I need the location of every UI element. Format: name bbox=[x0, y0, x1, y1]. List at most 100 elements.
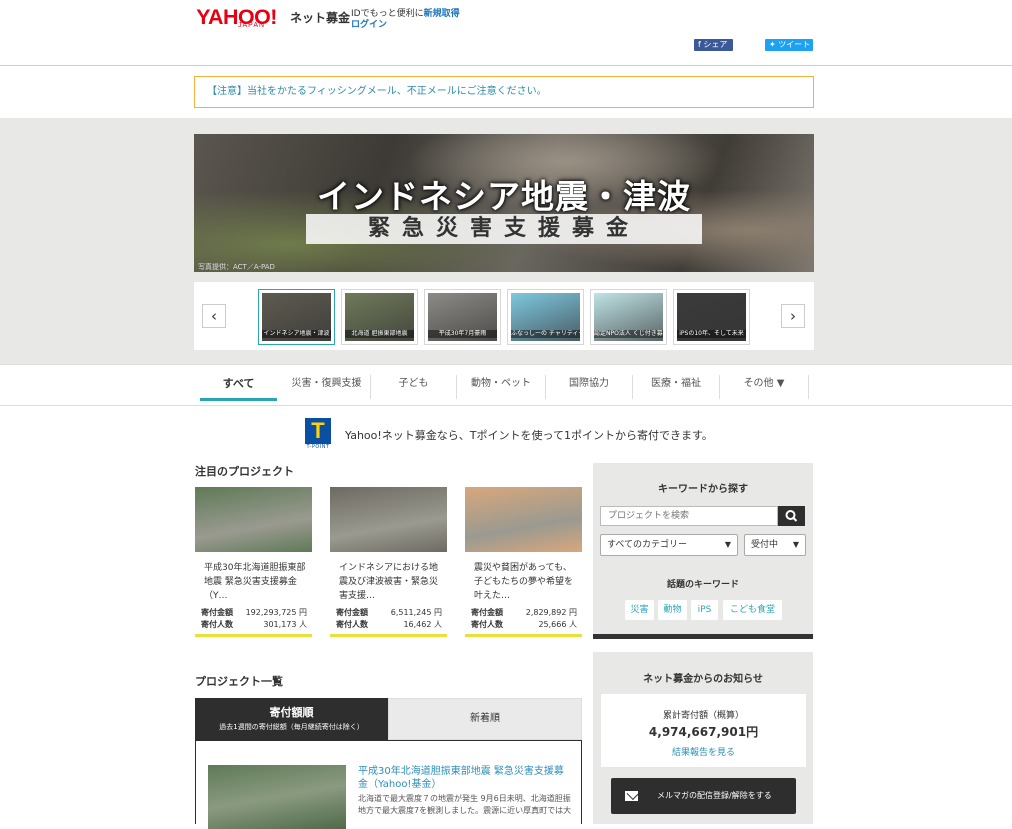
thumb-label: ふなっしーの チャリティー祭り2018 bbox=[511, 330, 580, 338]
tab-disaster[interactable]: 災害・復興支援 bbox=[283, 375, 371, 399]
card-amount: 2,829,892 円 bbox=[525, 608, 577, 617]
project-list-tabs: 寄付額順 過去1週間の寄付総額（毎月継続寄付は除く） 新着順 bbox=[195, 698, 582, 740]
service-name[interactable]: ネット募金 bbox=[290, 9, 350, 26]
featured-card[interactable]: 平成30年北海道胆振東部地震 緊急災害支援募金（Y… 寄付金額 192,293,7… bbox=[195, 487, 312, 637]
search-panel: キーワードから探す すべてのカテゴリー ▼ 受付中 ▼ 話題のキーワード 災害 動物… bbox=[593, 463, 813, 639]
card-amount-row: 寄付金額 6,511,245 円 bbox=[336, 607, 442, 619]
card-image bbox=[465, 487, 582, 552]
tab-donation-amount-sub: 過去1週間の寄付総額（毎月継続寄付は除く） bbox=[219, 723, 364, 731]
login-link[interactable]: ログイン bbox=[351, 17, 387, 30]
carousel-thumb[interactable]: 北海道 胆振東部地震 bbox=[341, 289, 418, 345]
report-link[interactable]: 結果報告を見る bbox=[601, 745, 806, 758]
total-donation-label: 累計寄付額（概算） bbox=[662, 711, 744, 721]
project-description: 北海道で最大震度７の地震が発生 9月6日未明、北海道胆振地方で最大震度7を観測し… bbox=[358, 794, 572, 815]
amount-label: 寄付金額 bbox=[336, 608, 368, 617]
card-amount: 6,511,245 円 bbox=[390, 608, 442, 617]
card-people-row: 寄付人数 25,666 人 bbox=[471, 619, 577, 631]
tpoint-logo: T T-POINT bbox=[305, 418, 331, 451]
register-link[interactable]: 新規取得 bbox=[424, 9, 460, 19]
carousel-thumb[interactable]: ふなっしーの チャリティー祭り2018 bbox=[507, 289, 584, 345]
thumb-label: 平成30年7月豪雨 bbox=[428, 330, 497, 338]
thumb-image: 平成30年7月豪雨 bbox=[428, 293, 497, 341]
tab-newest[interactable]: 新着順 bbox=[388, 698, 582, 740]
category-select-value: すべてのカテゴリー bbox=[607, 540, 688, 550]
thumb-image: ふなっしーの チャリティー祭り2018 bbox=[511, 293, 580, 341]
twitter-tweet-button[interactable]: ✦ ツイート bbox=[765, 39, 813, 51]
tpoint-logo-mark: T bbox=[305, 418, 331, 444]
tab-all[interactable]: すべて bbox=[200, 375, 277, 401]
carousel-next-button[interactable]: › bbox=[781, 304, 805, 328]
tab-animals[interactable]: 動物・ペット bbox=[457, 375, 546, 399]
phishing-notice[interactable]: 【注意】当社をかたるフィッシングメール、不正メールにご注意ください。 bbox=[194, 76, 814, 108]
card-people: 16,462 人 bbox=[403, 620, 442, 629]
carousel-thumb[interactable]: インドネシア地震・津波 bbox=[258, 289, 335, 345]
tpoint-message: Yahoo!ネット募金なら、Tポイントを使って1ポイントから寄付できます。 bbox=[345, 429, 713, 442]
status-select-value: 受付中 bbox=[751, 540, 779, 550]
news-heading: ネット募金からのお知らせ bbox=[643, 674, 763, 685]
category-select[interactable]: すべてのカテゴリー ▼ bbox=[600, 534, 738, 556]
project-title-link[interactable]: 平成30年北海道胆振東部地震 緊急災害支援募金（Yahoo!基金） bbox=[358, 765, 573, 791]
tab-donation-amount-label: 寄付額順 bbox=[269, 706, 314, 719]
carousel-thumb[interactable]: 認定NPO法人 くじ付き募金 bbox=[590, 289, 667, 345]
project-list: 平成30年北海道胆振東部地震 緊急災害支援募金（Yahoo!基金） 北海道で最大… bbox=[195, 740, 582, 829]
people-label: 寄付人数 bbox=[471, 620, 503, 629]
search-icon bbox=[785, 510, 798, 522]
carousel: ‹ インドネシア地震・津波 北海道 胆振東部地震 平成30年7月豪雨 ふなっしー… bbox=[194, 282, 814, 350]
search-input[interactable] bbox=[600, 506, 778, 526]
keyword-tag[interactable]: こども食堂 bbox=[723, 600, 782, 620]
keyword-tag[interactable]: 災害 bbox=[625, 600, 654, 620]
tab-international[interactable]: 国際協力 bbox=[546, 375, 633, 399]
keyword-tag[interactable]: 動物 bbox=[658, 600, 687, 620]
carousel-prev-button[interactable]: ‹ bbox=[202, 304, 226, 328]
thumb-image: 認定NPO法人 くじ付き募金 bbox=[594, 293, 663, 341]
card-people: 25,666 人 bbox=[538, 620, 577, 629]
project-image[interactable] bbox=[208, 765, 346, 829]
tweet-label: ツイート bbox=[778, 40, 811, 49]
card-people-row: 寄付人数 301,173 人 bbox=[201, 619, 307, 631]
header: YAHOO! JAPAN ネット募金 IDでもっと便利に新規取得 ログイン f … bbox=[0, 0, 1012, 66]
people-label: 寄付人数 bbox=[336, 620, 368, 629]
thumb-image: インドネシア地震・津波 bbox=[262, 293, 331, 341]
newsletter-label: メルマガの配信登録/解除をする bbox=[657, 791, 772, 800]
facebook-share-button[interactable]: f シェア bbox=[694, 39, 733, 51]
newsletter-button[interactable]: メルマガの配信登録/解除をする bbox=[611, 778, 796, 814]
hero-title: インドネシア地震・津波 bbox=[317, 177, 691, 216]
search-button[interactable] bbox=[778, 506, 805, 526]
thumb-image: 北海道 胆振東部地震 bbox=[345, 293, 414, 341]
carousel-thumb[interactable]: 平成30年7月豪雨 bbox=[424, 289, 501, 345]
keyword-tag[interactable]: iPS bbox=[691, 600, 718, 620]
thumb-label: 北海道 胆振東部地震 bbox=[345, 330, 414, 338]
card-title: 平成30年北海道胆振東部地震 緊急災害支援募金（Y… bbox=[204, 563, 306, 601]
amount-label: 寄付金額 bbox=[201, 608, 233, 617]
featured-heading: 注目のプロジェクト bbox=[195, 465, 294, 478]
tab-medical[interactable]: 医療・福祉 bbox=[633, 375, 720, 399]
tab-donation-amount[interactable]: 寄付額順 過去1週間の寄付総額（毎月継続寄付は除く） bbox=[195, 698, 388, 740]
photo-credit: 写真提供：ACT／A-PAD bbox=[198, 263, 275, 271]
total-donation-amount: 4,974,667,901円 bbox=[648, 725, 759, 739]
project-list-heading: プロジェクト一覧 bbox=[195, 675, 283, 688]
search-heading: キーワードから探す bbox=[658, 484, 748, 495]
card-amount: 192,293,725 円 bbox=[245, 608, 307, 617]
dropdown-arrow-icon: ▼ bbox=[792, 540, 799, 549]
tpoint-logo-caption: T-POINT bbox=[306, 444, 330, 450]
status-select[interactable]: 受付中 ▼ bbox=[744, 534, 806, 556]
tab-other[interactable]: その他 ▼ bbox=[720, 375, 809, 399]
dropdown-arrow-icon: ▼ bbox=[724, 540, 731, 549]
hero-banner[interactable]: インドネシア地震・津波 緊急災害支援募金 写真提供：ACT／A-PAD bbox=[194, 134, 814, 272]
twitter-icon: ✦ bbox=[769, 40, 779, 49]
news-panel: ネット募金からのお知らせ 累計寄付額（概算） 4,974,667,901円 結果… bbox=[593, 652, 813, 824]
featured-card[interactable]: インドネシアにおける地震及び津波被害・緊急災害支援… 寄付金額 6,511,245… bbox=[330, 487, 447, 637]
card-image bbox=[330, 487, 447, 552]
card-title: インドネシアにおける地震及び津波被害・緊急災害支援… bbox=[339, 563, 439, 601]
thumb-image: iPSの10年、そして未来 bbox=[677, 293, 746, 341]
topic-keywords-heading: 話題のキーワード bbox=[666, 580, 739, 590]
card-amount-row: 寄付金額 2,829,892 円 bbox=[471, 607, 577, 619]
tab-children[interactable]: 子ども bbox=[371, 375, 457, 399]
people-label: 寄付人数 bbox=[201, 620, 233, 629]
amount-label: 寄付金額 bbox=[471, 608, 503, 617]
hero-subtitle: 緊急災害支援募金 bbox=[306, 214, 702, 244]
featured-card[interactable]: 震災や貧困があっても、子どもたちの夢や希望を叶えた… 寄付金額 2,829,892… bbox=[465, 487, 582, 637]
card-title: 震災や貧困があっても、子どもたちの夢や希望を叶えた… bbox=[474, 563, 574, 601]
carousel-thumb[interactable]: iPSの10年、そして未来 bbox=[673, 289, 750, 345]
card-people-row: 寄付人数 16,462 人 bbox=[336, 619, 442, 631]
